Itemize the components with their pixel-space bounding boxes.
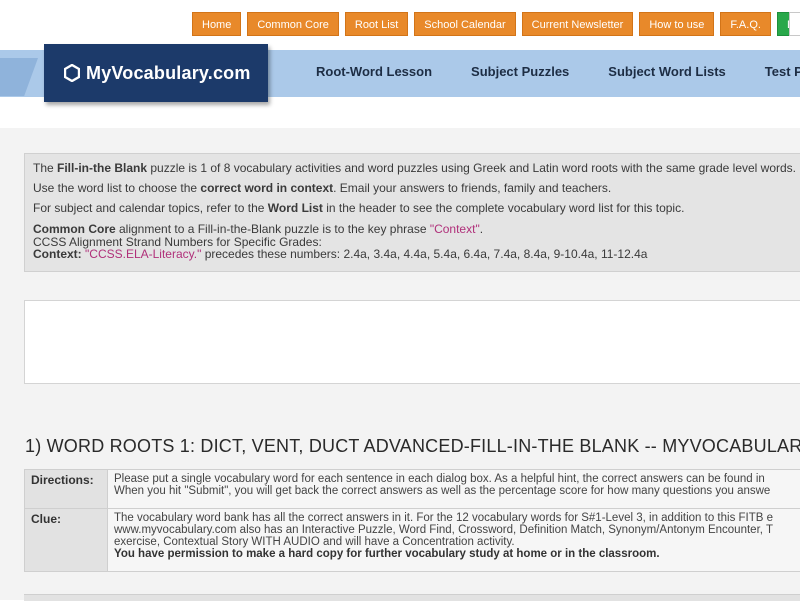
puzzle-title: 1) WORD ROOTS 1: DICT, VENT, DUCT ADVANC… <box>25 436 800 457</box>
subject-word-lists-link[interactable]: Subject Word Lists <box>608 64 726 79</box>
top-nav: Home Common Core Root List School Calend… <box>192 12 800 36</box>
common-core-line: Common Core alignment to a Fill-in-the-B… <box>33 222 483 236</box>
directions-row: Directions: Please put a single vocabula… <box>25 470 800 509</box>
logo-text: MyVocabulary.com <box>86 63 251 84</box>
context-link[interactable]: "Context" <box>430 222 480 236</box>
faq-link[interactable]: F.A.Q. <box>720 12 771 36</box>
search-input[interactable] <box>789 12 800 36</box>
school-calendar-link[interactable]: School Calendar <box>414 12 515 36</box>
root-word-lesson-link[interactable]: Root-Word Lesson <box>316 64 432 79</box>
common-core-link[interactable]: Common Core <box>247 12 339 36</box>
context-line: Context: "CCSS.ELA-Literacy." precedes t… <box>33 247 647 261</box>
intro-panel: The Fill-in-the Blank puzzle is 1 of 8 v… <box>24 153 800 272</box>
permission-note: You have permission to make a hard copy … <box>114 548 800 560</box>
main-nav: Root-Word Lesson Subject Puzzles Subject… <box>316 64 800 79</box>
how-to-use-link[interactable]: How to use <box>639 12 714 36</box>
root-list-link[interactable]: Root List <box>345 12 408 36</box>
intro-line-2: Use the word list to choose the correct … <box>33 181 611 195</box>
hexagon-logo-icon <box>64 64 80 82</box>
ccss-literacy-link[interactable]: "CCSS.ELA-Literacy." <box>85 247 201 261</box>
home-link[interactable]: Home <box>192 12 241 36</box>
test-prep-link[interactable]: Test Pre <box>765 64 800 79</box>
directions-text: Please put a single vocabulary word for … <box>108 470 800 509</box>
intro-line-1: The Fill-in-the Blank puzzle is 1 of 8 v… <box>33 161 796 175</box>
puzzle-info-table: Directions: Please put a single vocabula… <box>24 469 800 572</box>
ad-box <box>24 300 800 384</box>
current-newsletter-link[interactable]: Current Newsletter <box>522 12 634 36</box>
clue-row: Clue: The vocabulary word bank has all t… <box>25 509 800 572</box>
clue-label: Clue: <box>25 509 108 572</box>
directions-label: Directions: <box>25 470 108 509</box>
intro-line-3: For subject and calendar topics, refer t… <box>33 201 684 215</box>
subject-puzzles-link[interactable]: Subject Puzzles <box>471 64 569 79</box>
site-logo[interactable]: MyVocabulary.com <box>44 44 268 102</box>
clue-text: The vocabulary word bank has all the cor… <box>108 509 800 572</box>
